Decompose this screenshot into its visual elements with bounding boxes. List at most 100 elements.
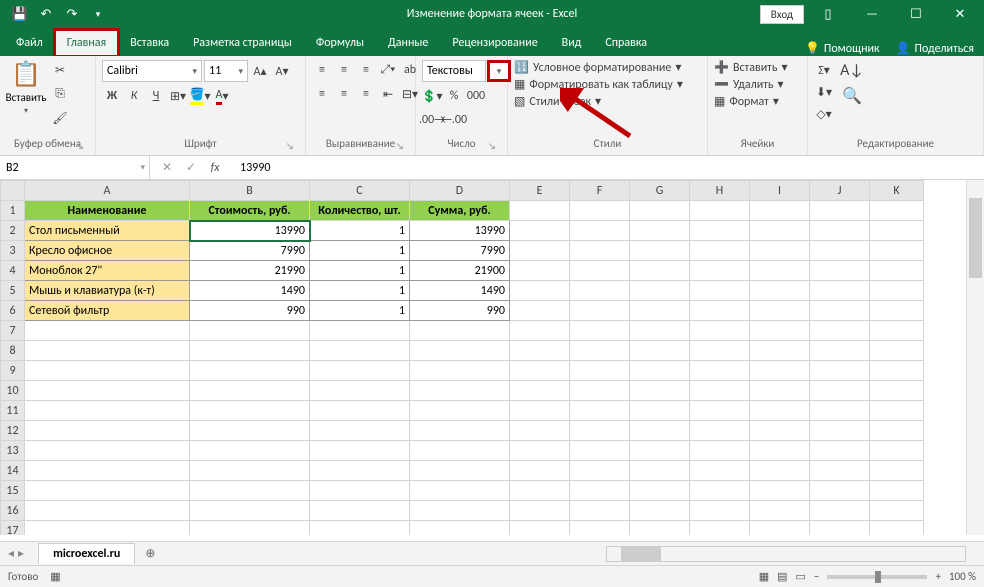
cell[interactable] [190, 501, 310, 521]
formula-input[interactable]: 13990 [232, 161, 984, 175]
cell[interactable] [810, 501, 870, 521]
cell[interactable] [810, 441, 870, 461]
cell[interactable] [25, 521, 190, 536]
cell[interactable] [410, 401, 510, 421]
cell[interactable] [630, 201, 690, 221]
row-header[interactable]: 6 [1, 301, 25, 321]
cell[interactable] [510, 301, 570, 321]
cell[interactable] [810, 421, 870, 441]
cell[interactable] [630, 361, 690, 381]
cell[interactable] [870, 341, 924, 361]
insert-cells-button[interactable]: ➕Вставить▾ [714, 60, 788, 75]
cell[interactable] [750, 221, 810, 241]
cell[interactable]: 990 [410, 301, 510, 321]
cell[interactable] [190, 401, 310, 421]
cell[interactable] [750, 501, 810, 521]
cell[interactable] [190, 461, 310, 481]
number-format-dropdown[interactable]: ▾ [488, 61, 510, 81]
cell[interactable]: 1 [310, 301, 410, 321]
cell[interactable] [510, 381, 570, 401]
cell[interactable] [510, 401, 570, 421]
cell[interactable] [310, 361, 410, 381]
fx-icon[interactable]: fx [204, 157, 226, 179]
cell[interactable]: 1 [310, 281, 410, 301]
cell[interactable] [510, 441, 570, 461]
save-icon[interactable]: 💾 [8, 3, 32, 25]
zoom-slider[interactable] [827, 575, 927, 579]
cell[interactable]: 13990 [410, 221, 510, 241]
comma-format-icon[interactable]: 000 [466, 86, 486, 106]
cell[interactable] [870, 441, 924, 461]
cell[interactable] [570, 281, 630, 301]
cell[interactable]: 13990 [190, 221, 310, 241]
orientation-icon[interactable]: ⤢▾ [378, 60, 398, 80]
cell[interactable] [25, 381, 190, 401]
cell[interactable] [570, 501, 630, 521]
cell[interactable] [410, 461, 510, 481]
cell[interactable] [810, 201, 870, 221]
cell[interactable] [25, 461, 190, 481]
align-launcher-icon[interactable]: ↘ [393, 139, 407, 153]
cell[interactable] [630, 321, 690, 341]
cell[interactable] [25, 421, 190, 441]
cell[interactable] [690, 221, 750, 241]
cell[interactable] [310, 341, 410, 361]
cell[interactable] [570, 401, 630, 421]
cell[interactable] [870, 421, 924, 441]
cell[interactable] [630, 401, 690, 421]
cell[interactable] [190, 321, 310, 341]
cell[interactable] [810, 401, 870, 421]
cell[interactable] [310, 421, 410, 441]
zoom-out-icon[interactable]: − [814, 570, 819, 583]
tab-scroll-left-icon[interactable]: ◂ [8, 546, 14, 561]
cell[interactable] [510, 281, 570, 301]
cell[interactable] [870, 321, 924, 341]
col-header[interactable]: K [870, 181, 924, 201]
cell[interactable] [870, 281, 924, 301]
cell[interactable]: 21900 [410, 261, 510, 281]
border-icon[interactable]: ⊞▾ [168, 86, 188, 106]
tab-help[interactable]: Справка [593, 30, 659, 56]
cell[interactable] [410, 341, 510, 361]
cell[interactable] [810, 261, 870, 281]
cell[interactable] [510, 361, 570, 381]
cell[interactable] [510, 321, 570, 341]
autosum-icon[interactable]: Σ▾ [814, 60, 834, 80]
col-header[interactable]: E [510, 181, 570, 201]
format-cells-button[interactable]: ▦Формат▾ [714, 94, 779, 109]
cell[interactable] [810, 461, 870, 481]
tab-insert[interactable]: Вставка [118, 30, 181, 56]
cell[interactable] [630, 221, 690, 241]
cell[interactable] [750, 361, 810, 381]
format-painter-icon[interactable]: 🖌 [50, 108, 70, 128]
cell[interactable] [630, 441, 690, 461]
col-header[interactable]: J [810, 181, 870, 201]
find-select-icon[interactable]: 🔍 [842, 86, 862, 106]
cell[interactable] [690, 261, 750, 281]
cell[interactable] [810, 481, 870, 501]
cell[interactable] [630, 501, 690, 521]
view-break-icon[interactable]: ▭ [796, 570, 806, 583]
cell[interactable]: Сумма, руб. [410, 201, 510, 221]
cell[interactable] [25, 341, 190, 361]
cell[interactable] [870, 221, 924, 241]
cell[interactable] [690, 281, 750, 301]
format-as-table-button[interactable]: ▦Форматировать как таблицу▾ [514, 77, 683, 92]
cell[interactable] [570, 261, 630, 281]
cell[interactable] [810, 381, 870, 401]
redo-icon[interactable]: ↷ [60, 3, 84, 25]
percent-format-icon[interactable]: % [444, 86, 464, 106]
decrease-decimal-icon[interactable]: ←.00 [444, 110, 464, 130]
cell[interactable] [870, 381, 924, 401]
cell[interactable] [410, 521, 510, 536]
cell[interactable] [750, 201, 810, 221]
align-bottom-icon[interactable]: ≡ [356, 60, 376, 80]
maximize-icon[interactable]: ☐ [896, 0, 936, 28]
cell[interactable] [630, 381, 690, 401]
conditional-formatting-button[interactable]: 🔢Условное форматирование▾ [514, 60, 681, 75]
col-header[interactable]: A [25, 181, 190, 201]
row-header[interactable]: 11 [1, 401, 25, 421]
cell[interactable] [410, 501, 510, 521]
col-header[interactable]: D [410, 181, 510, 201]
cell[interactable] [690, 401, 750, 421]
